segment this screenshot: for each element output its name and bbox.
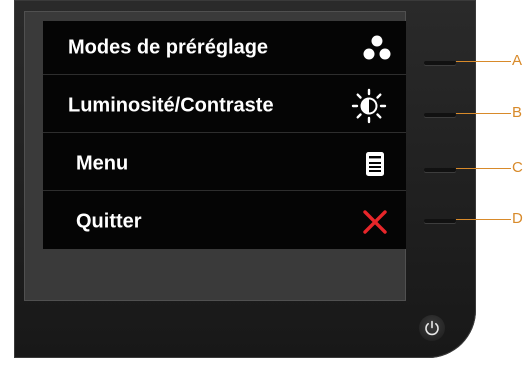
callout-label: B [512, 104, 523, 121]
menu-icon [366, 151, 384, 176]
power-button[interactable] [419, 315, 445, 341]
osd-item-exit[interactable]: Quitter [43, 195, 406, 249]
hardware-button-c[interactable] [424, 168, 456, 172]
callout-label: C [512, 159, 523, 176]
callout-line [456, 113, 511, 114]
preset-modes-icon [363, 35, 391, 59]
osd-menu: Modes de préréglage Luminosité/Contraste [43, 21, 406, 249]
power-icon [425, 320, 439, 336]
exit-x-icon [363, 210, 387, 234]
callout-line [456, 168, 511, 169]
brightness-contrast-icon [351, 88, 387, 123]
osd-item-brightness-contrast[interactable]: Luminosité/Contraste [43, 79, 406, 133]
osd-item-label: Menu [76, 152, 129, 174]
callout-line [456, 219, 511, 220]
osd-item-label: Luminosité/Contraste [68, 94, 274, 116]
hardware-button-b[interactable] [424, 113, 456, 117]
callout-label: D [512, 210, 523, 227]
osd-item-menu[interactable]: Menu [43, 137, 406, 191]
callout-label: A [512, 52, 523, 69]
osd-item-preset-modes[interactable]: Modes de préréglage [43, 21, 406, 75]
hardware-button-a[interactable] [424, 61, 456, 65]
osd-item-label: Quitter [76, 210, 142, 233]
hardware-button-d[interactable] [424, 219, 456, 223]
callout-line [456, 61, 511, 62]
osd-item-label: Modes de préréglage [68, 36, 269, 58]
